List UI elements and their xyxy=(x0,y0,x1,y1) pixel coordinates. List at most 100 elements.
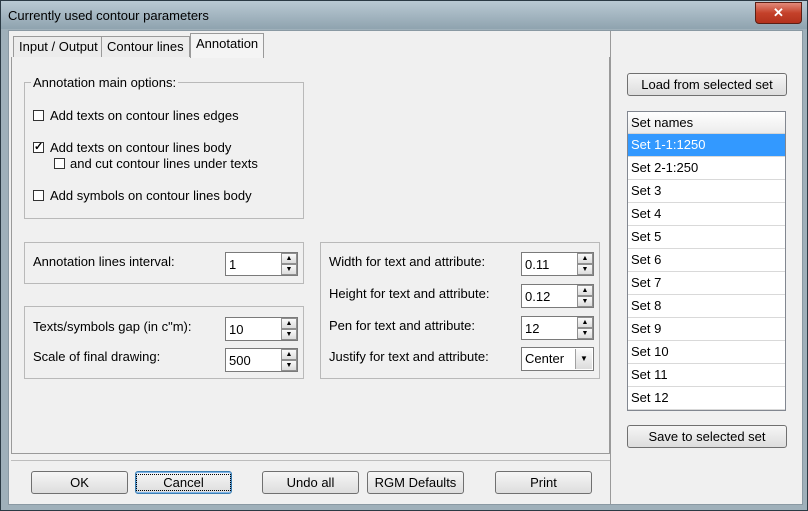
button-label: Undo all xyxy=(286,475,335,490)
text-height-label: Height for text and attribute: xyxy=(329,286,490,301)
text-attribute-group: Width for text and attribute: ▲ ▼ Height… xyxy=(320,242,600,379)
undo-all-button[interactable]: Undo all xyxy=(262,471,359,494)
set-names-list: Set names Set 1-1:1250 Set 2-1:250 Set 3… xyxy=(627,111,786,411)
group-legend: Annotation main options: xyxy=(31,75,179,90)
list-item[interactable]: Set 9 xyxy=(628,318,785,341)
list-item[interactable]: Set 4 xyxy=(628,203,785,226)
window-title: Currently used contour parameters xyxy=(8,8,209,23)
spin-down-button[interactable]: ▼ xyxy=(577,296,593,307)
list-item[interactable]: Set 12 xyxy=(628,387,785,410)
tab-label: Input / Output xyxy=(19,39,98,54)
tab-annotation[interactable]: Annotation xyxy=(190,33,265,58)
edge-texts-checkbox[interactable] xyxy=(33,110,44,121)
save-to-set-button[interactable]: Save to selected set xyxy=(627,425,787,448)
button-label: Cancel xyxy=(136,474,231,491)
dialog-client-area: Input / Output Contour lines Annotation … xyxy=(8,30,803,505)
tab-input-output[interactable]: Input / Output xyxy=(13,36,104,57)
spin-up-icon: ▲ xyxy=(581,319,589,326)
interval-label: Annotation lines interval: xyxy=(33,254,175,269)
symbols-checkbox[interactable] xyxy=(33,190,44,201)
spin-down-icon: ▼ xyxy=(581,330,589,337)
list-item[interactable]: Set 2-1:250 xyxy=(628,157,785,180)
spin-down-icon: ▼ xyxy=(581,298,589,305)
list-item[interactable]: Set 11 xyxy=(628,364,785,387)
spin-down-icon: ▼ xyxy=(285,266,293,273)
cut-lines-checkbox[interactable] xyxy=(54,158,65,169)
dialog-window: Currently used contour parameters ✕ Inpu… xyxy=(0,0,808,511)
rgm-defaults-button[interactable]: RGM Defaults xyxy=(367,471,464,494)
spin-down-button[interactable]: ▼ xyxy=(281,329,297,340)
button-label: Print xyxy=(530,475,557,490)
button-label: Load from selected set xyxy=(641,77,773,92)
text-height-input[interactable] xyxy=(522,285,577,307)
button-label: OK xyxy=(70,475,89,490)
text-height-spinner: ▲ ▼ xyxy=(521,284,594,308)
close-button[interactable]: ✕ xyxy=(755,2,802,24)
gap-input[interactable] xyxy=(226,318,281,340)
cut-lines-label: and cut contour lines under texts xyxy=(70,156,258,171)
spin-up-button[interactable]: ▲ xyxy=(281,349,297,360)
spin-down-button[interactable]: ▼ xyxy=(281,264,297,275)
ok-button[interactable]: OK xyxy=(31,471,128,494)
spin-up-button[interactable]: ▲ xyxy=(281,318,297,329)
button-label: Save to selected set xyxy=(648,429,766,444)
text-width-label: Width for text and attribute: xyxy=(329,254,486,269)
tab-label: Annotation xyxy=(196,36,259,51)
body-texts-checkbox[interactable]: ✓ xyxy=(33,142,44,153)
symbols-label: Add symbols on contour lines body xyxy=(50,188,252,203)
spin-down-icon: ▼ xyxy=(285,331,293,338)
text-justify-value: Center xyxy=(525,351,565,366)
scale-label: Scale of final drawing: xyxy=(33,349,161,364)
spin-up-icon: ▲ xyxy=(581,255,589,262)
annotation-main-options-group: Annotation main options: Add texts on co… xyxy=(24,75,304,219)
cancel-button[interactable]: Cancel xyxy=(135,471,232,494)
gap-label: Texts/symbols gap (in c"m): xyxy=(33,319,192,334)
load-from-set-button[interactable]: Load from selected set xyxy=(627,73,787,96)
spin-up-icon: ▲ xyxy=(285,351,293,358)
spin-up-icon: ▲ xyxy=(285,255,293,262)
scale-spinner: ▲ ▼ xyxy=(225,348,298,372)
annotation-tab-page: Annotation main options: Add texts on co… xyxy=(11,57,610,454)
list-item[interactable]: Set 5 xyxy=(628,226,785,249)
text-pen-input[interactable] xyxy=(522,317,577,339)
spin-up-button[interactable]: ▲ xyxy=(281,253,297,264)
list-item[interactable]: Set 6 xyxy=(628,249,785,272)
set-names-header[interactable]: Set names xyxy=(628,112,785,134)
list-item[interactable]: Set 7 xyxy=(628,272,785,295)
spin-up-button[interactable]: ▲ xyxy=(577,317,593,328)
print-button[interactable]: Print xyxy=(495,471,592,494)
body-texts-label: Add texts on contour lines body xyxy=(50,140,232,155)
list-item[interactable]: Set 3 xyxy=(628,180,785,203)
spin-down-button[interactable]: ▼ xyxy=(281,360,297,371)
spin-down-button[interactable]: ▼ xyxy=(577,264,593,275)
text-pen-spinner: ▲ ▼ xyxy=(521,316,594,340)
list-item[interactable]: Set 8 xyxy=(628,295,785,318)
spin-up-icon: ▲ xyxy=(285,320,293,327)
list-item[interactable]: Set 1-1:1250 xyxy=(628,134,785,157)
right-panel-separator xyxy=(610,31,611,504)
gap-scale-group: Texts/symbols gap (in c"m): ▲ ▼ Scale of… xyxy=(24,306,304,379)
interval-input[interactable] xyxy=(226,253,281,275)
text-width-input[interactable] xyxy=(522,253,577,275)
text-pen-label: Pen for text and attribute: xyxy=(329,318,475,333)
spin-up-button[interactable]: ▲ xyxy=(577,253,593,264)
text-justify-select[interactable]: Center ▼ xyxy=(521,347,594,371)
spin-down-icon: ▼ xyxy=(285,362,293,369)
spin-up-button[interactable]: ▲ xyxy=(577,285,593,296)
text-width-spinner: ▲ ▼ xyxy=(521,252,594,276)
spin-down-icon: ▼ xyxy=(581,266,589,273)
tab-label: Contour lines xyxy=(107,39,184,54)
chevron-down-icon[interactable]: ▼ xyxy=(575,349,592,369)
scale-input[interactable] xyxy=(226,349,281,371)
title-bar[interactable]: Currently used contour parameters ✕ xyxy=(1,1,807,29)
text-justify-label: Justify for text and attribute: xyxy=(329,349,489,364)
close-icon: ✕ xyxy=(773,5,784,20)
spin-up-icon: ▲ xyxy=(581,287,589,294)
interval-spinner: ▲ ▼ xyxy=(225,252,298,276)
spin-down-button[interactable]: ▼ xyxy=(577,328,593,339)
bottom-separator xyxy=(11,460,610,461)
gap-spinner: ▲ ▼ xyxy=(225,317,298,341)
tab-contour-lines[interactable]: Contour lines xyxy=(101,36,190,57)
list-item[interactable]: Set 10 xyxy=(628,341,785,364)
interval-group: Annotation lines interval: ▲ ▼ xyxy=(24,242,304,284)
